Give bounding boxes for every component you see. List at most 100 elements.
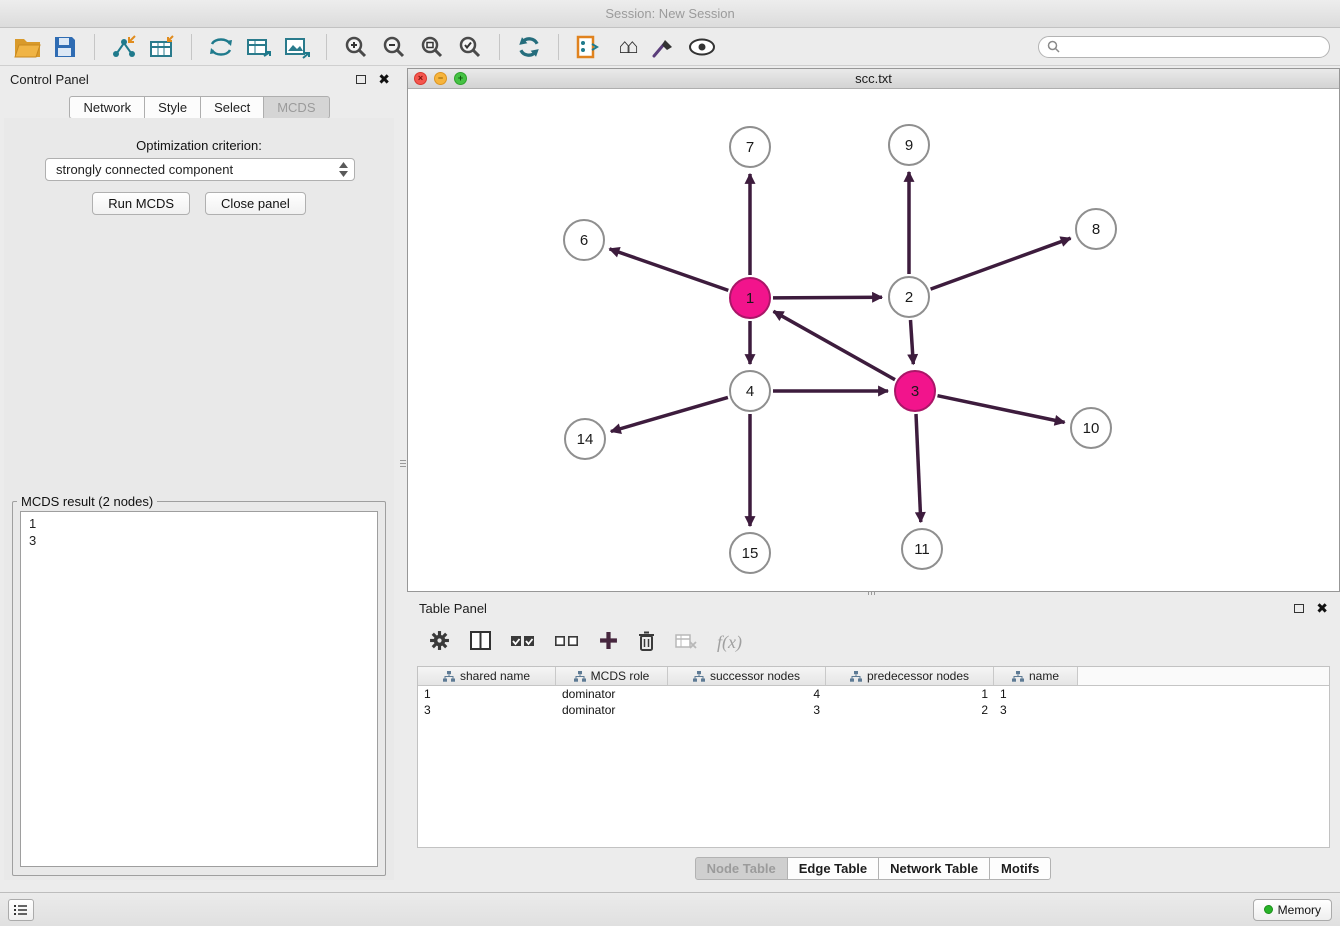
export-image-button[interactable] xyxy=(280,31,314,63)
graph-node-15[interactable]: 15 xyxy=(730,533,770,573)
svg-text:10: 10 xyxy=(1083,420,1100,437)
run-mcds-button[interactable]: Run MCDS xyxy=(92,192,190,215)
column-header-mcds-role[interactable]: MCDS role xyxy=(556,667,668,685)
close-panel-icon[interactable]: ✖ xyxy=(378,72,390,86)
table-cell[interactable]: 1 xyxy=(418,687,556,701)
edge-1-6[interactable] xyxy=(610,249,729,291)
minimize-window-icon[interactable]: − xyxy=(434,72,447,85)
graph-node-9[interactable]: 9 xyxy=(889,125,929,165)
table-cell[interactable]: dominator xyxy=(556,687,668,701)
edge-1-2[interactable] xyxy=(773,297,882,298)
show-all-networks-button[interactable]: ⌂⌂ xyxy=(609,31,643,63)
import-table-button[interactable] xyxy=(145,31,179,63)
svg-text:7: 7 xyxy=(746,139,754,156)
close-panel-button[interactable]: Close panel xyxy=(205,192,306,215)
tab-network[interactable]: Network xyxy=(69,96,145,119)
table-cell[interactable]: 4 xyxy=(668,687,826,701)
paint-brush-icon xyxy=(652,36,676,58)
apply-layout-button[interactable] xyxy=(512,31,546,63)
split-columns-button[interactable] xyxy=(470,631,491,653)
edge-3-1[interactable] xyxy=(774,311,896,379)
column-sort-icon xyxy=(574,671,586,682)
unselect-all-columns-button[interactable] xyxy=(555,634,579,651)
network-window-titlebar[interactable]: scc.txt × − + xyxy=(408,69,1339,89)
zoom-window-icon[interactable]: + xyxy=(454,72,467,85)
open-network-new-window-button[interactable] xyxy=(571,31,605,63)
edge-3-11[interactable] xyxy=(916,414,921,522)
tab-motifs[interactable]: Motifs xyxy=(989,857,1051,880)
tab-node-table[interactable]: Node Table xyxy=(695,857,788,880)
graph-node-7[interactable]: 7 xyxy=(730,127,770,167)
network-canvas-svg[interactable]: 7 9 6 8 1 2 4 3 14 10 15 11 xyxy=(408,89,1339,591)
tab-edge-table[interactable]: Edge Table xyxy=(787,857,879,880)
graph-node-2[interactable]: 2 xyxy=(889,277,929,317)
network-canvas[interactable]: 7 9 6 8 1 2 4 3 14 10 15 11 xyxy=(408,89,1339,591)
table-settings-button[interactable] xyxy=(429,630,450,654)
tab-style[interactable]: Style xyxy=(144,96,201,119)
graph-node-11[interactable]: 11 xyxy=(902,529,942,569)
toggle-visibility-button[interactable] xyxy=(685,31,719,63)
close-window-icon[interactable]: × xyxy=(414,72,427,85)
zoom-fit-button[interactable] xyxy=(415,31,449,63)
table-cell[interactable]: dominator xyxy=(556,703,668,717)
edge-2-3[interactable] xyxy=(911,320,914,364)
table-body: 1dominator4113dominator323 xyxy=(418,686,1329,718)
graph-node-8[interactable]: 8 xyxy=(1076,209,1116,249)
table-cell[interactable]: 3 xyxy=(418,703,556,717)
column-header-name[interactable]: name xyxy=(994,667,1078,685)
optimization-criterion-dropdown[interactable]: strongly connected component xyxy=(45,158,355,181)
open-session-button[interactable] xyxy=(10,31,44,63)
zoom-in-button[interactable] xyxy=(339,31,373,63)
column-header-shared-name[interactable]: shared name xyxy=(418,667,556,685)
column-header-predecessor-nodes[interactable]: predecessor nodes xyxy=(826,667,994,685)
edge-3-10[interactable] xyxy=(938,396,1065,423)
close-table-panel-icon[interactable]: ✖ xyxy=(1316,601,1328,615)
memory-button[interactable]: Memory xyxy=(1253,899,1332,921)
graph-node-3[interactable]: 3 xyxy=(895,371,935,411)
dropdown-stepper-icon xyxy=(339,162,348,177)
float-panel-icon[interactable] xyxy=(356,75,366,84)
table-row[interactable]: 1dominator411 xyxy=(418,686,1329,702)
zoom-selected-button[interactable] xyxy=(453,31,487,63)
tab-select[interactable]: Select xyxy=(200,96,264,119)
search-box[interactable] xyxy=(1038,36,1330,58)
task-history-button[interactable] xyxy=(8,899,34,921)
import-network-button[interactable] xyxy=(107,31,141,63)
float-table-panel-icon[interactable] xyxy=(1294,604,1304,613)
column-header-successor-nodes[interactable]: successor nodes xyxy=(668,667,826,685)
tab-network-table[interactable]: Network Table xyxy=(878,857,990,880)
style-paint-button[interactable] xyxy=(647,31,681,63)
table-cell[interactable]: 2 xyxy=(826,703,994,717)
table-header-row: shared nameMCDS rolesuccessor nodesprede… xyxy=(418,667,1329,686)
add-column-button[interactable] xyxy=(599,631,618,653)
delete-columns-button[interactable] xyxy=(638,631,655,654)
table-cell[interactable]: 3 xyxy=(994,703,1078,717)
table-cell[interactable]: 1 xyxy=(826,687,994,701)
edge-4-14[interactable] xyxy=(611,397,728,431)
tab-mcds[interactable]: MCDS xyxy=(263,96,329,119)
table-cell[interactable]: 3 xyxy=(668,703,826,717)
search-icon xyxy=(1047,40,1060,53)
graph-node-1[interactable]: 1 xyxy=(730,278,770,318)
zoom-in-icon xyxy=(344,35,368,59)
search-input[interactable] xyxy=(1065,40,1321,54)
svg-text:3: 3 xyxy=(911,383,919,400)
graph-node-6[interactable]: 6 xyxy=(564,220,604,260)
graph-node-14[interactable]: 14 xyxy=(565,419,605,459)
save-session-button[interactable] xyxy=(48,31,82,63)
table-row[interactable]: 3dominator323 xyxy=(418,702,1329,718)
table-cell[interactable]: 1 xyxy=(994,687,1078,701)
graph-node-4[interactable]: 4 xyxy=(730,371,770,411)
column-sort-icon xyxy=(693,671,705,682)
function-builder-button[interactable]: f(x) xyxy=(717,632,742,653)
select-all-columns-button[interactable] xyxy=(511,634,535,651)
edge-2-8[interactable] xyxy=(931,238,1071,289)
network-transfer-button[interactable] xyxy=(204,31,238,63)
control-panel-title: Control Panel xyxy=(10,72,89,87)
vertical-splitter-grip[interactable] xyxy=(400,452,406,474)
delete-table-button[interactable] xyxy=(675,633,697,652)
graph-node-10[interactable]: 10 xyxy=(1071,408,1111,448)
export-table-button[interactable] xyxy=(242,31,276,63)
zoom-out-button[interactable] xyxy=(377,31,411,63)
eye-icon xyxy=(688,38,716,56)
